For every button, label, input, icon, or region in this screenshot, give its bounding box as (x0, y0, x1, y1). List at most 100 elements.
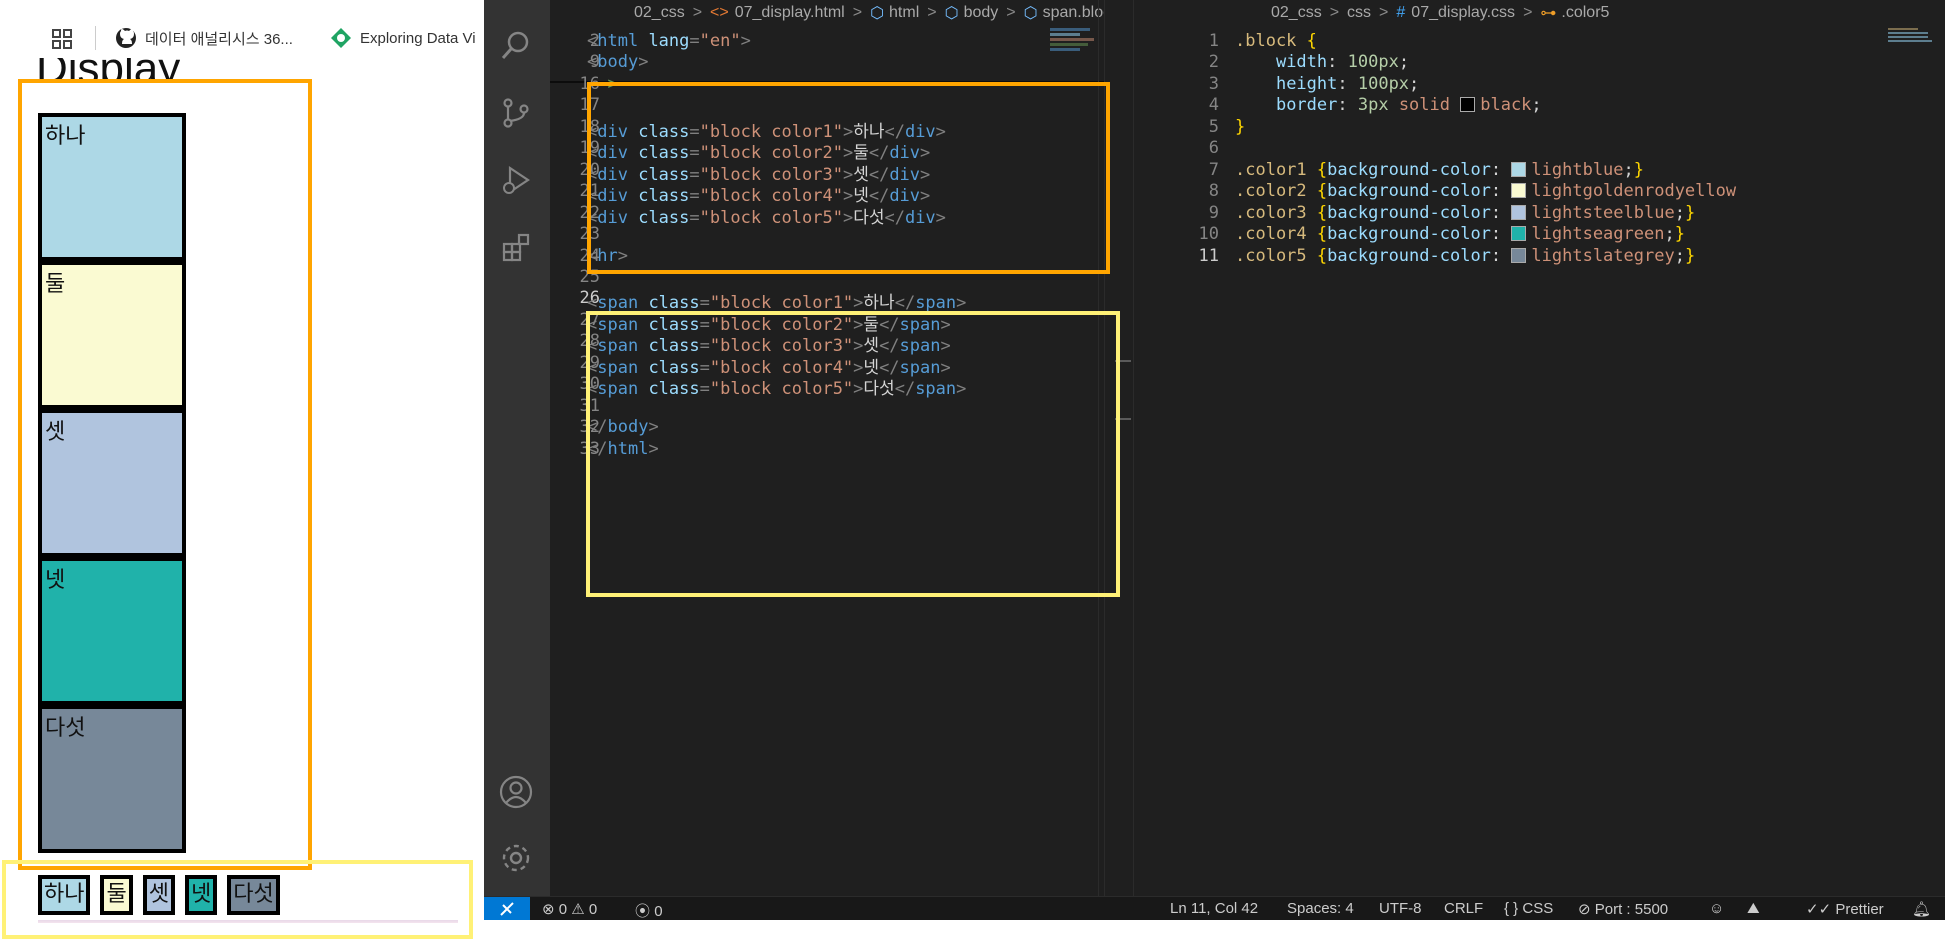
explorer-search-icon[interactable] (499, 28, 533, 62)
breadcrumb-file[interactable]: 07_display.html (735, 4, 845, 22)
html-code-line[interactable]: <html lang="en"> (587, 31, 751, 51)
css-line-number[interactable]: 6 (1169, 138, 1219, 158)
css-line-number[interactable]: 3 (1169, 74, 1219, 94)
color-swatch-icon[interactable] (1511, 183, 1527, 199)
cursor-position[interactable]: Ln 11, Col 42 (1170, 900, 1258, 917)
code-token: background-color (1327, 181, 1491, 202)
remote-indicator[interactable] (484, 897, 530, 921)
breadcrumb-folder[interactable]: 02_css (1271, 4, 1322, 22)
css-minimap[interactable] (1888, 26, 1938, 56)
code-token: class (627, 207, 690, 228)
css-code-line[interactable]: width: 100px; (1235, 52, 1409, 72)
code-token: .color4 (1235, 224, 1307, 245)
html-code-line[interactable]: <span class="block color5">다섯</span> (587, 374, 966, 399)
css-line-number[interactable]: 11 (1169, 246, 1219, 266)
copilot-icon[interactable]: ☺ (1709, 900, 1724, 917)
css-code-line[interactable]: .color2 {background-color: lightgoldenro… (1235, 181, 1736, 201)
css-line-number[interactable]: 1 (1169, 31, 1219, 51)
settings-gear-icon[interactable] (499, 841, 533, 875)
language-mode[interactable]: { } CSS (1504, 900, 1553, 917)
code-token: { (1316, 224, 1328, 245)
line-ending[interactable]: CRLF (1444, 900, 1483, 917)
css-line-number[interactable]: 9 (1169, 203, 1219, 223)
color-swatch-icon[interactable] (1460, 97, 1476, 113)
html-minimap[interactable] (1050, 26, 1104, 96)
color-swatch-icon[interactable] (1511, 226, 1527, 242)
color-swatch-icon[interactable] (1511, 247, 1527, 263)
page-hr-line (38, 920, 458, 923)
html-editor[interactable]: 02_css > <> 07_display.html > ⬡ html > ⬡ body >… (550, 0, 1167, 896)
live-server-port[interactable]: ⊘ Port : 5500 (1578, 900, 1668, 918)
css-line-number[interactable]: 4 (1169, 95, 1219, 115)
css-line-number[interactable]: 5 (1169, 117, 1219, 137)
code-token: lightblue (1531, 159, 1624, 180)
code-token: { (1316, 181, 1328, 202)
apps-grid-icon[interactable] (52, 29, 72, 49)
code-token: width (1275, 52, 1328, 73)
color-swatch-icon[interactable] (1511, 204, 1527, 220)
css-editor[interactable]: 02_css > css > #07_display.css > ⊶ .color5 1… (1134, 0, 1945, 896)
html-line-number[interactable]: 31 (550, 396, 600, 416)
code-token: { (1316, 245, 1328, 266)
prettier-indicator[interactable]: ✓✓ Prettier (1806, 900, 1884, 918)
css-code-line[interactable]: .color3 {background-color: lightsteelblu… (1235, 203, 1695, 223)
code-token: height (1275, 73, 1338, 94)
css-code-line[interactable]: border: 3px solid black; (1235, 95, 1542, 115)
html-code-line[interactable]: </body> (587, 417, 659, 437)
html-code-line[interactable]: <div class="block color5">다섯</div> (587, 203, 946, 228)
color-swatch-icon[interactable] (1511, 161, 1527, 177)
run-debug-icon[interactable] (499, 163, 533, 197)
language-label: CSS (1522, 900, 1554, 917)
breadcrumb-css-folder[interactable]: css (1347, 4, 1371, 22)
css-line-number[interactable]: 10 (1169, 224, 1219, 244)
css-line-number[interactable]: 7 (1169, 160, 1219, 180)
html-code-line[interactable]: <body> (587, 52, 648, 72)
bookmark-exploring[interactable]: Exploring Data Vi (330, 27, 476, 49)
html-code-line[interactable]: <hr> (587, 246, 628, 266)
css-code-line[interactable]: } (1235, 117, 1245, 137)
code-token: : (1327, 52, 1348, 73)
css-line-number[interactable]: 2 (1169, 52, 1219, 72)
code-token: black (1480, 95, 1532, 116)
tab-nine-icon[interactable]: ⛰ (1747, 900, 1760, 917)
div-blocks: 하나 둘 셋 넷 다섯 (38, 113, 186, 853)
notifications-bell-icon[interactable]: 🔔︎ (1912, 900, 1931, 918)
source-control-icon[interactable] (499, 96, 533, 130)
element-cube-icon: ⬡ (1023, 5, 1038, 22)
breadcrumb-folder[interactable]: 02_css (634, 4, 685, 22)
element-cube-icon: ⬡ (944, 5, 959, 22)
breadcrumb-html[interactable]: html (889, 4, 919, 22)
html-code-line[interactable]: --> (587, 74, 618, 94)
problems-indicator[interactable]: ⊗ 0 ⚠ 0 (542, 900, 597, 918)
indentation[interactable]: Spaces: 4 (1287, 900, 1354, 917)
css-line-number[interactable]: 8 (1169, 181, 1219, 201)
breadcrumb-selector[interactable]: .color5 (1561, 4, 1609, 22)
css-code-line[interactable]: height: 100px; (1235, 74, 1419, 94)
css-code-line[interactable]: .block { (1235, 31, 1317, 51)
html-code-line[interactable]: </html> (587, 439, 659, 459)
css-code-line[interactable]: .color1 {background-color: lightblue;} (1235, 160, 1644, 180)
span-blocks: 하나 둘 셋 넷 다섯 (38, 875, 290, 915)
encoding[interactable]: UTF-8 (1379, 900, 1422, 917)
css-code-line[interactable]: .color5 {background-color: lightslategre… (1235, 246, 1695, 266)
code-token: background-color (1327, 202, 1491, 223)
code-token: </ (587, 417, 608, 438)
html-line-number[interactable]: 25 (550, 267, 600, 287)
editor-split-sash[interactable] (1104, 0, 1134, 896)
code-token: .color1 (1235, 159, 1307, 180)
code-token: = (699, 379, 710, 400)
github-icon (115, 27, 137, 49)
accounts-icon[interactable] (499, 775, 533, 809)
breadcrumb-file[interactable]: 07_display.css (1411, 4, 1515, 22)
diamond-logo-icon (330, 27, 352, 49)
breadcrumb-body[interactable]: body (964, 4, 999, 22)
code-token: html (597, 31, 639, 51)
ports-indicator[interactable]: ⦿ 0 (635, 900, 663, 921)
html-line-number[interactable]: 17 (550, 95, 600, 115)
bookmark-github[interactable]: 데이터 애널리시스 36... (115, 27, 293, 49)
extensions-icon[interactable] (499, 231, 533, 265)
html-line-number[interactable]: 23 (550, 224, 600, 244)
css-code-line[interactable]: .color4 {background-color: lightseagreen… (1235, 224, 1685, 244)
